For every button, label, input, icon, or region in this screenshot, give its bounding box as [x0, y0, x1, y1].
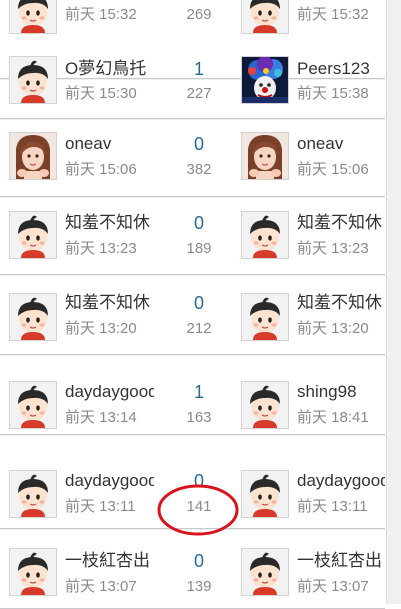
thread-row[interactable]: 一枝紅杏出前天 13:07 0 139 一枝紅杏出前天 13:07 — [0, 530, 385, 609]
reply-count: 0 — [193, 213, 204, 233]
last-poster-avatar[interactable] — [241, 132, 289, 180]
last-poster-name[interactable]: 知羞不知休 — [297, 292, 385, 314]
author-name[interactable]: 一枝紅杏出 — [65, 550, 154, 572]
last-reply-time: 前天 15:38 — [297, 85, 369, 102]
author-name[interactable]: O夢幻鳥托 — [65, 0, 154, 2]
author-avatar[interactable] — [9, 470, 57, 518]
post-time: 前天 13:20 — [65, 320, 137, 337]
last-reply-time: 前天 13:11 — [297, 498, 368, 515]
thread-row[interactable]: daydaygood 前天 13:14 1 163 shing98 前天 18:41 — [0, 356, 385, 435]
post-time: 前天 15:06 — [65, 161, 137, 178]
view-count: 141 — [186, 498, 212, 515]
thread-row[interactable]: oneav 前天 15:06 0 382 oneav 前天 15:06 — [0, 118, 385, 197]
author-avatar[interactable] — [9, 0, 57, 34]
view-count: 189 — [186, 240, 212, 257]
author-avatar[interactable] — [9, 548, 57, 596]
last-reply-time: 前天 13:07 — [297, 578, 369, 595]
reply-count: 0 — [193, 293, 204, 313]
reply-count: 0 — [193, 134, 204, 154]
view-count: 227 — [186, 85, 212, 102]
post-time: 前天 13:14 — [65, 409, 137, 426]
thread-row[interactable]: daydaygood 前天 13:11 0 141 daydaygood 前天 13:11 — [0, 450, 385, 529]
last-reply-time: 前天 15:32 — [297, 6, 369, 23]
last-poster-avatar[interactable] — [241, 470, 289, 518]
last-poster-name[interactable]: O夢幻鳥托 — [297, 0, 385, 2]
last-poster-name[interactable]: shing98 — [297, 381, 385, 403]
author-name[interactable]: daydaygood — [65, 381, 154, 403]
view-count: 269 — [186, 6, 212, 23]
post-time: 前天 13:07 — [65, 578, 137, 595]
author-avatar[interactable] — [9, 381, 57, 429]
post-time: 前天 13:23 — [65, 240, 137, 257]
post-time: 前天 15:32 — [65, 6, 137, 23]
author-avatar[interactable] — [9, 293, 57, 341]
last-reply-time: 前天 15:06 — [297, 161, 369, 178]
author-name[interactable]: 知羞不知休 — [65, 292, 154, 314]
reply-count: 0 — [193, 471, 204, 491]
last-poster-name[interactable]: 一枝紅杏出 — [297, 550, 385, 572]
view-count: 212 — [186, 320, 212, 337]
scrollbar-track[interactable] — [386, 0, 401, 604]
author-avatar[interactable] — [9, 56, 57, 104]
reply-count: 0 — [193, 551, 204, 571]
last-poster-name[interactable]: Peers123 — [297, 58, 385, 80]
thread-row[interactable]: 知羞不知休前天 13:20 0 212 知羞不知休前天 13:20 — [0, 276, 385, 355]
view-count: 139 — [186, 578, 212, 595]
last-reply-time: 前天 13:23 — [297, 240, 369, 257]
post-time: 前天 15:30 — [65, 85, 137, 102]
last-reply-time: 前天 13:20 — [297, 320, 369, 337]
author-name[interactable]: daydaygood — [65, 470, 154, 492]
last-poster-name[interactable]: oneav — [297, 133, 385, 155]
last-poster-avatar[interactable] — [241, 548, 289, 596]
last-poster-name[interactable]: daydaygood — [297, 470, 385, 492]
view-count: 163 — [186, 409, 212, 426]
view-count: 382 — [186, 161, 212, 178]
reply-count: 1 — [193, 382, 204, 402]
thread-list: O夢幻鳥托前天 15:320269O夢幻鳥托前天 15:32O夢幻鳥托前天 15… — [0, 0, 385, 609]
reply-count: 0 — [160, 0, 238, 2]
last-poster-avatar[interactable] — [241, 56, 289, 104]
author-avatar[interactable] — [9, 211, 57, 259]
reply-count: 1 — [193, 59, 204, 79]
last-poster-avatar[interactable] — [241, 293, 289, 341]
author-avatar[interactable] — [9, 132, 57, 180]
author-name[interactable]: oneav — [65, 133, 154, 155]
thread-row[interactable]: 知羞不知休前天 13:23 0 189 知羞不知休前天 13:23 — [0, 196, 385, 275]
last-poster-avatar[interactable] — [241, 211, 289, 259]
last-poster-avatar[interactable] — [241, 0, 289, 34]
last-poster-name[interactable]: 知羞不知休 — [297, 212, 385, 234]
thread-row[interactable]: O夢幻鳥托前天 15:30 1 227 Peers123 前天 15:38 — [0, 40, 385, 119]
author-name[interactable]: O夢幻鳥托 — [65, 58, 154, 80]
author-name[interactable]: 知羞不知休 — [65, 212, 154, 234]
post-time: 前天 13:11 — [65, 498, 136, 515]
last-reply-time: 前天 18:41 — [297, 409, 369, 426]
last-poster-avatar[interactable] — [241, 381, 289, 429]
